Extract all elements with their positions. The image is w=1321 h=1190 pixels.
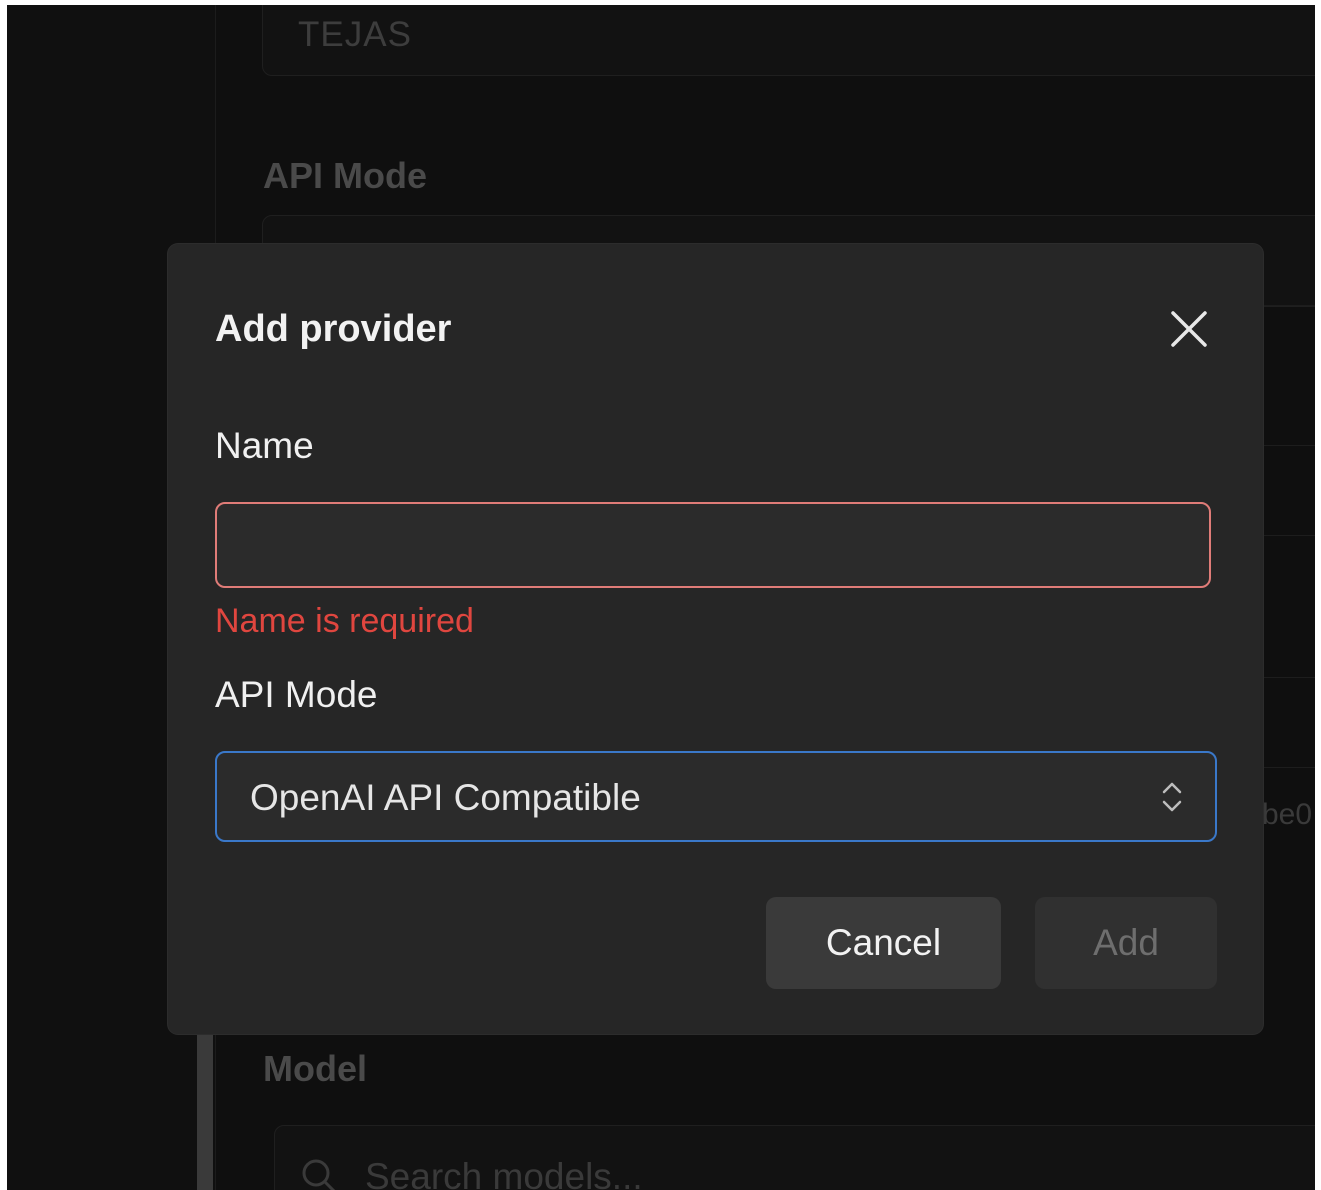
close-icon (1171, 311, 1207, 347)
name-label: Name (215, 425, 314, 466)
chevron-up-down-icon (1162, 782, 1182, 812)
api-mode-selected-value: OpenAI API Compatible (250, 777, 641, 818)
dialog-title: Add provider (215, 308, 452, 350)
background-divider (1263, 445, 1315, 446)
background-peek-text: be0 (1262, 798, 1313, 831)
name-error-message: Name is required (215, 602, 474, 640)
background-divider (1263, 305, 1315, 306)
add-button[interactable]: Add (1035, 897, 1217, 989)
background-search-field: Search models... (274, 1125, 1315, 1190)
name-input[interactable] (215, 502, 1211, 588)
background-divider (1263, 535, 1315, 536)
background-name-field: TEJAS (262, 5, 1315, 76)
background-divider (1263, 767, 1315, 768)
background-divider (1263, 677, 1315, 678)
close-button[interactable] (1164, 304, 1214, 354)
add-provider-dialog: Add provider Name Name is required API M… (168, 244, 1263, 1034)
background-model-label: Model (263, 1048, 367, 1089)
background-search-placeholder: Search models... (365, 1156, 643, 1190)
background-name-value: TEJAS (298, 15, 412, 54)
app-window: TEJAS API Mode be0 Model Search models..… (7, 5, 1315, 1190)
background-api-mode-label: API Mode (263, 155, 428, 196)
cancel-button[interactable]: Cancel (766, 897, 1001, 989)
api-mode-select[interactable]: OpenAI API Compatible (215, 751, 1217, 842)
search-icon (302, 1159, 336, 1190)
scrollbar[interactable] (197, 1035, 213, 1190)
api-mode-label: API Mode (215, 674, 378, 715)
